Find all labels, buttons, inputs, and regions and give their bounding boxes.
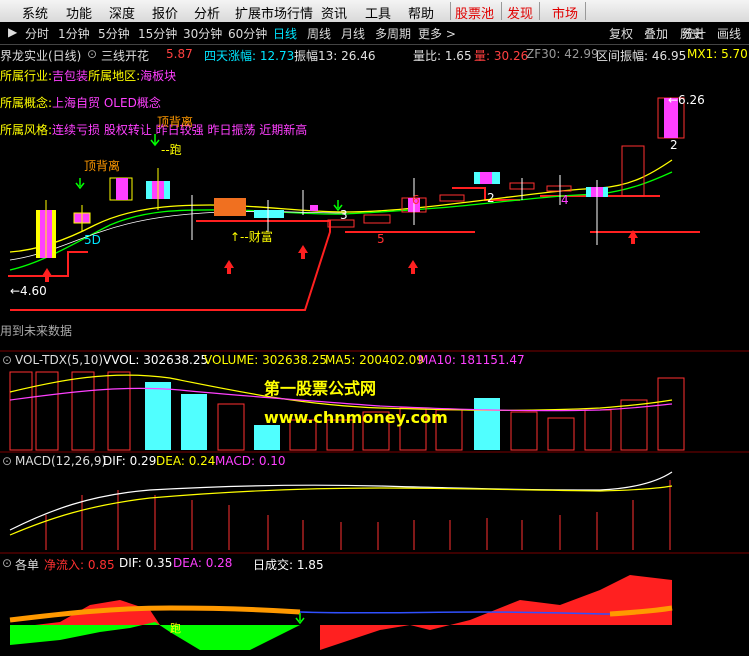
order-dea: DEA: 0.28: [173, 556, 233, 570]
industry-info: 所属行业:吉包装所属地区:海板块: [0, 69, 177, 83]
annotation-6: 6: [412, 193, 420, 207]
vol-volume: VOLUME: 302638.25: [204, 353, 328, 367]
support-lines: [8, 187, 700, 311]
concept-info: 所属概念:上海自贸 OLED概念: [0, 96, 161, 110]
vol-ma5: MA5: 200402.09: [325, 353, 424, 367]
order-header: 各单: [15, 558, 40, 572]
macd-header: MACD(12,26,9): [15, 454, 107, 468]
indicator-value: 5.87: [166, 47, 193, 61]
stat-mx1: MX1: 5.70: [687, 47, 748, 61]
vol-collapse-icon[interactable]: ⊙: [2, 353, 12, 367]
stat-range-amplitude: 区间振幅: 46.95: [596, 49, 687, 63]
macd-dea: DEA: 0.24: [156, 454, 216, 468]
order-dif: DIF: 0.35: [119, 556, 173, 570]
macd-collapse-icon[interactable]: ⊙: [2, 454, 12, 468]
annotation-run: --跑: [161, 143, 182, 157]
annotation-2-a: 2: [487, 191, 495, 205]
stat-zf30: ZF30: 42.99: [526, 47, 599, 61]
collapse-icon[interactable]: ⊙: [87, 47, 97, 61]
stat-volume: 量: 30.26: [474, 49, 529, 63]
stat-volume-ratio: 量比: 1.65: [413, 49, 472, 63]
order-collapse-icon[interactable]: ⊙: [2, 556, 12, 570]
annotation-5-a: 5: [377, 232, 385, 246]
order-daily-turnover: 日成交: 1.85: [253, 558, 324, 572]
order-run-label: 跑: [170, 622, 181, 635]
annotation-top-divergence-2: 顶背离: [157, 115, 194, 129]
macd-value: MACD: 0.10: [215, 454, 286, 468]
annotation-3: 3: [340, 208, 348, 222]
order-flow: [9, 575, 673, 650]
style-info: 所属风格:连续亏损 股权转让 昨日较强 昨日振荡 近期新高: [0, 123, 308, 137]
annotation-fortune: ↑--财富: [230, 230, 273, 244]
vol-ma10: MA10: 181151.47: [418, 353, 525, 367]
future-data-note: 用到未来数据: [0, 324, 73, 338]
stat-amplitude: 振幅13: 26.46: [294, 49, 376, 63]
annotation-low-price: ←4.60: [10, 284, 47, 298]
stock-title: 界龙实业(日线): [0, 49, 82, 63]
vol-header: VOL-TDX(5,10): [15, 353, 104, 367]
indicator-name: 三线开花: [101, 49, 150, 63]
annotation-4: 4: [561, 193, 569, 207]
annotation-top-divergence-1: 顶背离: [84, 159, 121, 173]
buy-signal-arrows: [42, 230, 638, 282]
vol-vvol: VVOL: 302638.25: [103, 353, 209, 367]
annotation-5d: 5D: [84, 233, 101, 247]
annotation-high-price: ←6.26: [668, 93, 705, 107]
order-net-inflow: 净流入: 0.85: [44, 558, 115, 572]
watermark-cn: 第一股票公式网: [264, 379, 377, 398]
annotation-2-b: 2: [670, 138, 678, 152]
watermark-url: www.chnmoney.com: [264, 408, 448, 427]
macd-dif: DIF: 0.29: [103, 454, 157, 468]
stat-4day-gain: 四天涨幅: 12.73: [204, 49, 295, 63]
